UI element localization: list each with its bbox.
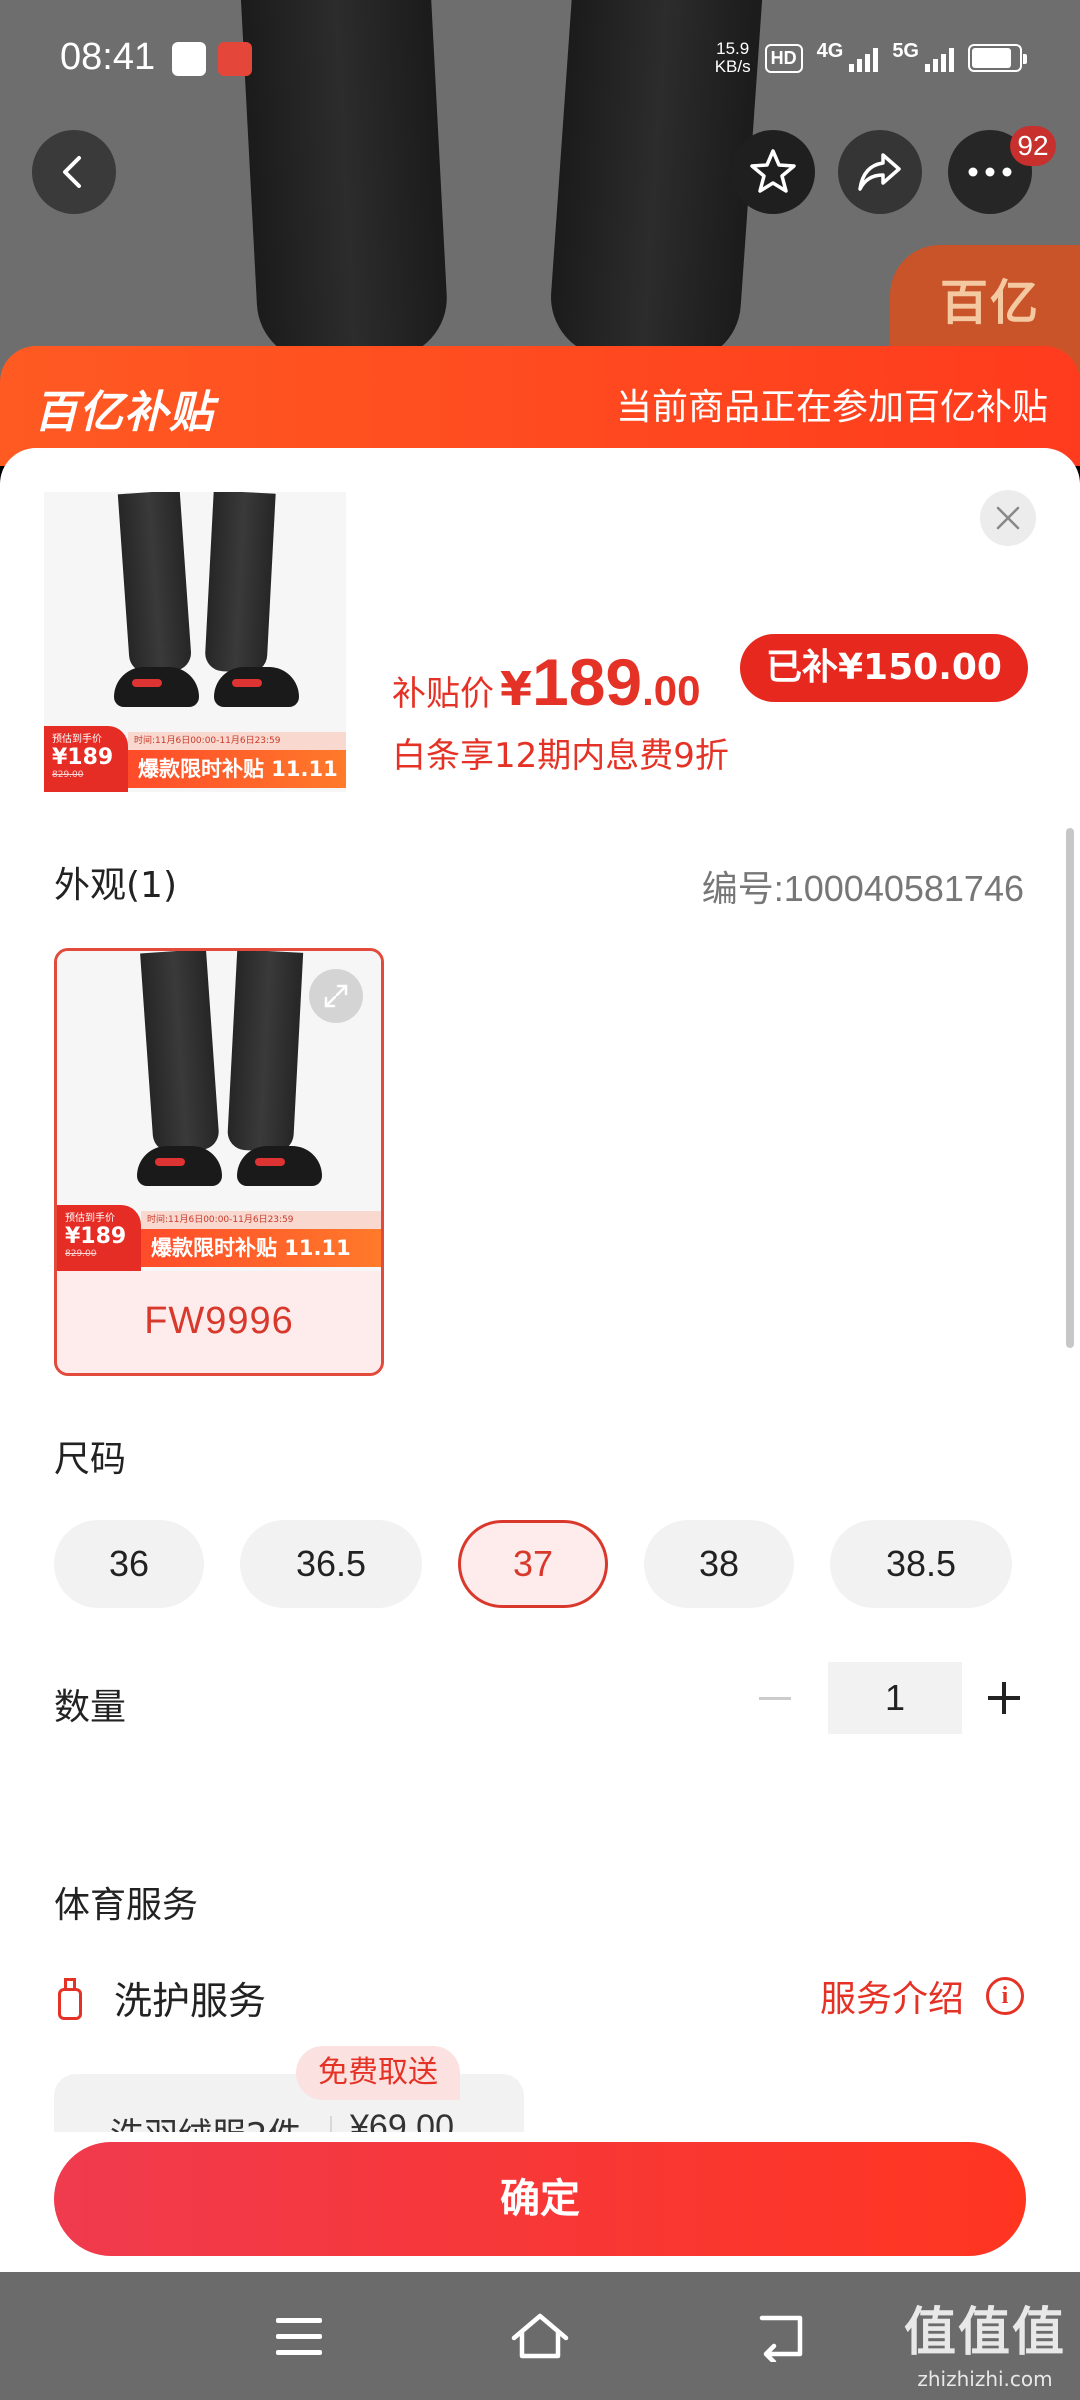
quantity-title: 数量: [54, 1687, 127, 1728]
subsidy-banner-text: 当前商品正在参加百亿补贴: [615, 387, 1048, 428]
quantity-input[interactable]: 1: [828, 1662, 962, 1734]
minus-icon: [759, 1696, 791, 1700]
confirm-button[interactable]: 确定: [54, 2142, 1026, 2256]
increase-button[interactable]: [984, 1662, 1024, 1734]
notification-badge: 92: [1010, 126, 1056, 166]
signal-4g-icon: [849, 44, 879, 72]
star-icon: [750, 149, 796, 193]
price-integer: 189: [532, 645, 643, 719]
menu-icon[interactable]: [276, 2318, 322, 2356]
promo-price-value: ¥189: [52, 745, 114, 770]
free-pickup-tag: 免费取送: [296, 2046, 460, 2100]
installment-offer: 白条享12期内息费9折: [392, 736, 729, 776]
price-decimal: .00: [642, 667, 701, 714]
wash-service-label: 洗护服务: [114, 1979, 267, 2023]
share-button[interactable]: [838, 130, 922, 214]
more-dots-icon: [968, 167, 1012, 177]
shopping-app-icon: [218, 42, 252, 76]
size-option[interactable]: 38: [644, 1520, 794, 1608]
product-thumbnail[interactable]: 预估到手价 ¥189 829.00 时间:11月6日00:00-11月6日23:…: [44, 492, 346, 792]
network-5g-label: 5G: [892, 40, 919, 62]
variant-photo: [137, 951, 322, 1186]
signal-5g-icon: [925, 44, 954, 72]
wash-service-row: 洗护服务: [54, 1970, 266, 2025]
size-options: 36 36.5 37 38 38.5: [54, 1520, 1012, 1608]
variant-image: 预估到手价 ¥189 829.00 时间:11月6日00:00-11月6日23:…: [57, 951, 381, 1271]
hd-voice-icon: HD: [764, 43, 803, 73]
variant-promo-time: 时间:11月6日00:00-11月6日23:59: [141, 1211, 381, 1229]
status-bar: 08:41 15.9 KB/s HD 4G 5G: [0, 0, 1080, 120]
video-app-icon: [172, 42, 206, 76]
share-arrow-icon: [858, 153, 901, 191]
sku-selection-sheet: 预估到手价 ¥189 829.00 时间:11月6日00:00-11月6日23:…: [0, 448, 1080, 2272]
network-speed: 15.9 KB/s: [715, 40, 751, 76]
battery-fill: [972, 48, 1012, 68]
network-speed-value: 15.9: [716, 39, 750, 58]
variant-promo-old: 829.00: [65, 1249, 97, 1259]
size-title: 尺码: [54, 1439, 127, 1480]
price-label: 补贴价: [392, 674, 494, 714]
variant-option-selected[interactable]: 预估到手价 ¥189 829.00 时间:11月6日00:00-11月6日23:…: [54, 948, 384, 1376]
promo-price-tag: 预估到手价 ¥189 829.00: [44, 726, 128, 792]
favorite-button[interactable]: [731, 130, 815, 214]
subsidy-logo: 百亿补贴: [34, 387, 214, 438]
expand-icon[interactable]: [309, 969, 363, 1023]
variant-promo-strip: 预估到手价 ¥189 829.00 时间:11月6日00:00-11月6日23:…: [57, 1205, 381, 1271]
info-icon: i: [986, 1977, 1024, 2015]
promo-time: 时间:11月6日00:00-11月6日23:59: [128, 732, 346, 750]
chevron-left-icon: [63, 156, 81, 188]
close-button[interactable]: [980, 490, 1036, 546]
back-button[interactable]: [32, 130, 116, 214]
size-option[interactable]: 38.5: [830, 1520, 1012, 1608]
variant-promo-caption: 预估到手价: [65, 1213, 115, 1224]
variant-promo-price-tag: 预估到手价 ¥189 829.00: [57, 1205, 141, 1271]
variant-promo-band: 爆款限时补贴 11.11: [141, 1229, 381, 1267]
battery-icon: [968, 44, 1027, 72]
watermark-domain: zhizhizhi.com: [917, 2367, 1053, 2391]
variant-promo-value: ¥189: [65, 1224, 127, 1249]
promo-price-caption: 预估到手价: [52, 734, 102, 745]
sku-code: 编号:100040581746: [701, 868, 1024, 909]
watermark: 值值值 zhizhizhi.com: [904, 2290, 1066, 2391]
home-icon[interactable]: [510, 2310, 570, 2362]
size-option[interactable]: 36.5: [240, 1520, 422, 1608]
scrollbar[interactable]: [1066, 828, 1074, 1348]
status-time: 08:41: [60, 36, 156, 78]
size-option-selected[interactable]: 37: [458, 1520, 608, 1608]
close-icon: [996, 506, 1020, 530]
watermark-logo: 值值值: [903, 2303, 1066, 2363]
appearance-title: 外观(1): [54, 865, 177, 906]
status-indicators: 15.9 KB/s HD 4G 5G: [715, 40, 1027, 76]
service-intro-link[interactable]: 服务介绍 i: [820, 1970, 1024, 2022]
size-option[interactable]: 36: [54, 1520, 204, 1608]
service-intro-label: 服务介绍: [819, 1979, 964, 2020]
decrease-button[interactable]: [744, 1662, 806, 1734]
network-4g-label: 4G: [816, 40, 844, 62]
variant-label: FW9996: [57, 1271, 381, 1373]
sports-service-title: 体育服务: [54, 1885, 199, 1926]
back-nav-icon[interactable]: [756, 2312, 808, 2362]
promo-strip: 预估到手价 ¥189 829.00 时间:11月6日00:00-11月6日23:…: [44, 726, 346, 792]
system-nav-bar: 值值值 zhizhizhi.com: [0, 2272, 1080, 2400]
quantity-stepper: 1: [744, 1662, 1024, 1734]
subsidy-amount-badge: 已补¥150.00: [740, 634, 1028, 702]
wash-bottle-icon: [54, 1974, 88, 2022]
network-speed-unit: KB/s: [714, 57, 751, 76]
promo-price-old: 829.00: [52, 770, 84, 780]
subsidy-price: 补贴价 ¥ 189 .00: [392, 644, 701, 720]
promo-band: 爆款限时补贴 11.11: [128, 750, 346, 788]
product-photo: [114, 492, 299, 707]
price-currency: ¥: [500, 662, 533, 716]
